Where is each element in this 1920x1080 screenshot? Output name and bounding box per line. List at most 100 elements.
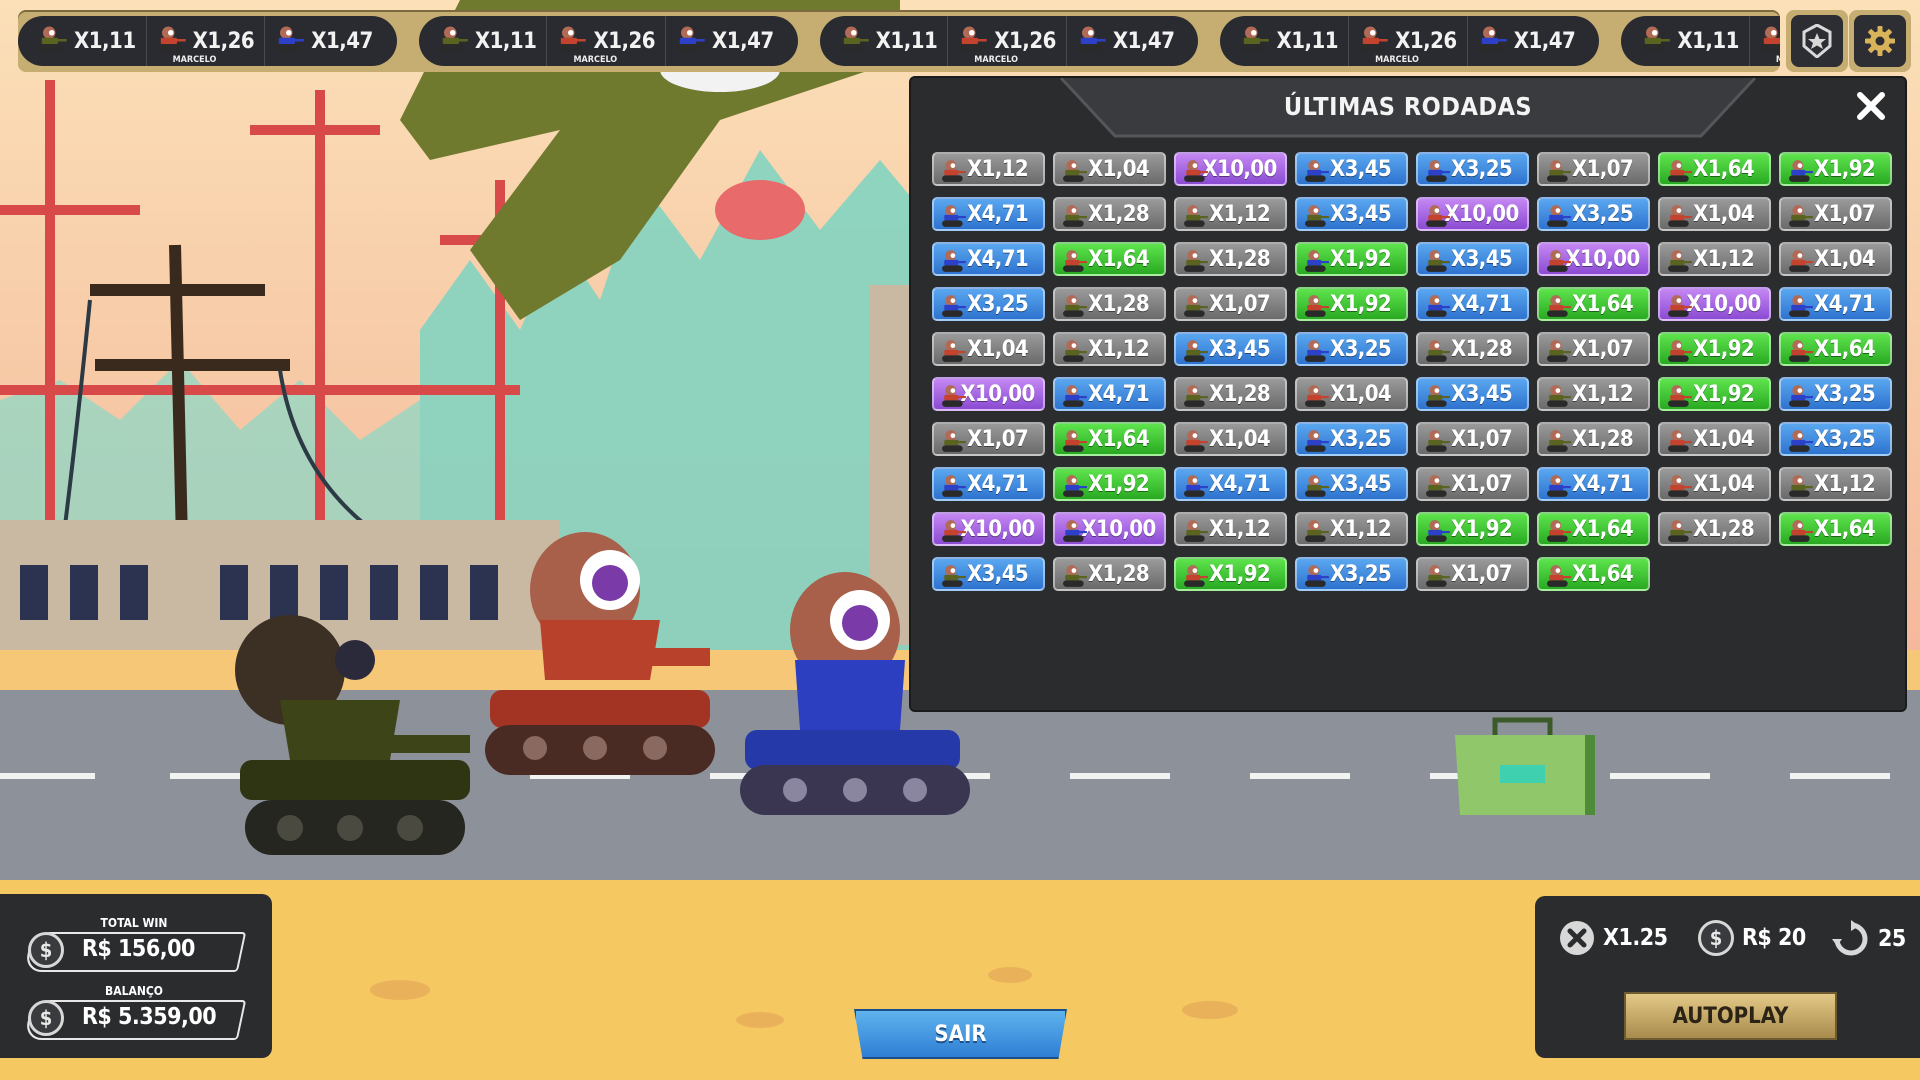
round-result-chip: X3,45	[1295, 152, 1408, 186]
round-result-chip: X1,92	[1416, 512, 1529, 546]
round-result-chip: X1,12	[1295, 512, 1408, 546]
tank-blue-icon	[1062, 384, 1088, 412]
round-multiplier: X4,71	[966, 246, 1029, 272]
round-multiplier: X1,92	[1692, 381, 1755, 407]
tank-blue-icon	[1304, 564, 1330, 592]
achievements-button[interactable]	[1786, 10, 1848, 72]
tank-olive-icon	[1425, 249, 1451, 277]
round-multiplier: X1,12	[1571, 381, 1634, 407]
balance-label: BALANÇO	[105, 984, 163, 998]
tank-olive-icon	[1546, 429, 1572, 457]
ticker-group: X1,11 X1,26MARCELO X1,47	[819, 16, 1199, 66]
round-result-chip: X1,92	[1295, 242, 1408, 276]
tank-olive-icon	[1667, 519, 1693, 547]
round-multiplier: X1,12	[1692, 246, 1755, 272]
tank-red-icon	[1667, 339, 1693, 367]
tank-olive-icon	[1304, 204, 1330, 232]
round-result-chip: X1,12	[1658, 242, 1771, 276]
autoplay-multiplier[interactable]: X1.25	[1559, 920, 1668, 956]
round-result-chip: X1,12	[1537, 377, 1650, 411]
round-multiplier: X1,92	[1087, 471, 1150, 497]
tank-olive-icon	[1788, 474, 1814, 502]
round-multiplier: X1,64	[1571, 291, 1634, 317]
tank-olive-icon	[1788, 204, 1814, 232]
round-result-chip: X10,00	[1416, 197, 1529, 231]
round-multiplier: X1,28	[1692, 516, 1755, 542]
round-multiplier: X1,28	[1087, 561, 1150, 587]
round-multiplier: X10,00	[1686, 291, 1761, 317]
round-multiplier: X1,07	[1813, 201, 1876, 227]
round-result-chip: X4,71	[1416, 287, 1529, 321]
tank-red-icon	[1788, 339, 1814, 367]
tank-olive-icon	[1240, 25, 1270, 57]
tank-blue-icon	[941, 249, 967, 277]
round-multiplier: X4,71	[1087, 381, 1150, 407]
round-result-chip: X1,28	[1053, 197, 1166, 231]
round-multiplier: X1,64	[1813, 336, 1876, 362]
ticker-item: X1,47	[264, 16, 383, 66]
round-multiplier: X4,71	[1208, 471, 1271, 497]
tank-olive-icon	[1425, 339, 1451, 367]
round-multiplier: X1,92	[1813, 156, 1876, 182]
ticker-multiplier: X1,26	[994, 28, 1056, 54]
settings-button[interactable]	[1849, 10, 1911, 72]
round-result-chip: X10,00	[1174, 152, 1287, 186]
autoplay-rounds[interactable]: 25	[1832, 920, 1906, 958]
tank-blue-icon	[941, 474, 967, 502]
round-result-chip: X1,28	[1537, 422, 1650, 456]
ticker-item: X1,26MARCELO	[1348, 16, 1467, 66]
tank-red-icon	[958, 25, 988, 57]
round-result-chip: X3,25	[1779, 422, 1892, 456]
ticker-player-name: MARCELO	[1375, 55, 1419, 65]
round-result-chip: X3,25	[1295, 422, 1408, 456]
round-multiplier: X1,07	[1571, 336, 1634, 362]
tank-red-icon	[1546, 249, 1572, 277]
round-result-chip: X3,45	[1295, 467, 1408, 501]
exit-button[interactable]: SAIR	[854, 1009, 1067, 1059]
round-multiplier: X3,45	[966, 561, 1029, 587]
tank-blue-icon	[1062, 474, 1088, 502]
round-result-chip: X1,92	[1779, 152, 1892, 186]
close-panel-button[interactable]	[1853, 88, 1889, 124]
ticker-multiplier: X1,26	[192, 28, 255, 54]
round-multiplier: X1,04	[1208, 426, 1271, 452]
round-multiplier: X10,00	[1081, 516, 1156, 542]
autoplay-rounds-value: 25	[1878, 926, 1906, 952]
tank-olive-icon	[1062, 339, 1088, 367]
round-multiplier: X1,04	[1692, 471, 1755, 497]
ticker-item: X1,47	[1065, 16, 1185, 66]
ticker-multiplier: X1,11	[74, 28, 136, 54]
tank-olive-icon	[38, 25, 68, 57]
round-multiplier: X1,07	[1571, 156, 1634, 182]
round-multiplier: X1,28	[1087, 291, 1150, 317]
round-result-chip: X1,12	[932, 152, 1045, 186]
round-multiplier: X3,25	[966, 291, 1029, 317]
round-result-chip: X1,92	[1174, 557, 1287, 591]
ticker-item: X1,26MARCELO	[947, 16, 1066, 66]
ticker-group: X1,11 X1,26MARCELO X1,47	[1220, 16, 1600, 66]
round-result-chip: X10,00	[1053, 512, 1166, 546]
round-result-chip: X1,07	[1416, 422, 1529, 456]
tank-olive-icon	[1183, 204, 1209, 232]
tank-red-icon	[941, 159, 967, 187]
round-multiplier: X1,04	[1329, 381, 1392, 407]
round-result-chip: X1,07	[1779, 197, 1892, 231]
tank-red-icon	[1183, 564, 1209, 592]
balance-value: R$ 5.359,00	[82, 1004, 217, 1030]
ticker-player-name: MARCELO	[974, 55, 1019, 65]
round-multiplier: X10,00	[1565, 246, 1640, 272]
round-multiplier: X1,28	[1571, 426, 1634, 452]
round-result-chip: X1,64	[1779, 332, 1892, 366]
autoplay-button[interactable]: AUTOPLAY	[1624, 992, 1837, 1040]
round-result-chip: X1,28	[1174, 242, 1287, 276]
round-multiplier: X4,71	[966, 201, 1029, 227]
round-result-chip: X10,00	[1537, 242, 1650, 276]
ticker-item: X1,26MARCELO	[546, 16, 665, 66]
round-result-chip: X1,28	[1053, 287, 1166, 321]
autoplay-bet[interactable]: $ R$ 20	[1698, 920, 1806, 956]
round-result-chip: X4,71	[1537, 467, 1650, 501]
tank-red-icon	[1304, 384, 1330, 412]
tank-blue-icon	[1304, 339, 1330, 367]
round-result-chip: X3,45	[1174, 332, 1287, 366]
round-multiplier: X1,12	[1087, 336, 1150, 362]
